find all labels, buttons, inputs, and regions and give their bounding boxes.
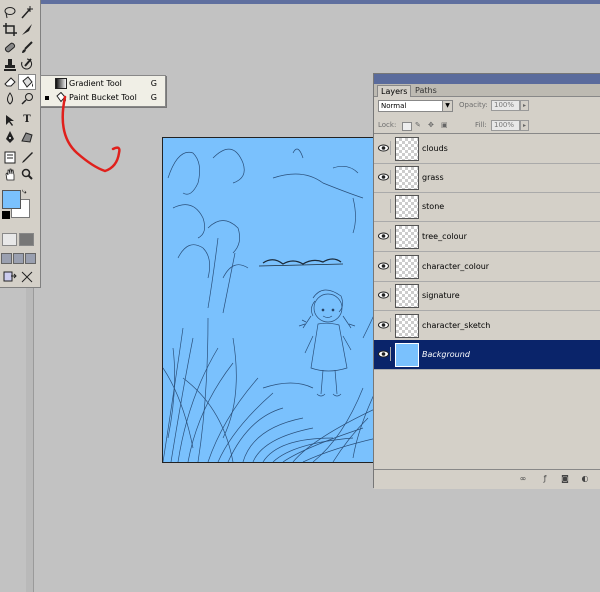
visibility-eye-icon[interactable] <box>376 170 391 184</box>
blur-icon[interactable] <box>2 91 18 105</box>
screen-mode-menu-icon[interactable] <box>13 253 24 264</box>
hand-icon[interactable] <box>2 167 18 181</box>
layer-name: character_sketch <box>422 321 491 330</box>
layer-thumbnail <box>395 284 419 308</box>
layer-row-tree-colour[interactable]: tree_colour <box>374 222 600 252</box>
lock-label: Lock: <box>378 121 397 129</box>
title-bar <box>0 0 600 4</box>
blend-mode-value: Normal <box>381 102 407 110</box>
zoom-icon[interactable] <box>19 167 35 181</box>
gradient-tool-shortcut: G <box>150 79 157 88</box>
layers-panel-tabs: Layers Paths <box>374 84 600 97</box>
layer-name: signature <box>422 291 460 300</box>
layer-name: clouds <box>422 144 448 153</box>
tab-layers[interactable]: Layers <box>377 85 412 97</box>
fill-slider-button[interactable]: ▸ <box>520 120 529 131</box>
layer-row-clouds[interactable]: clouds <box>374 134 600 164</box>
paint-bucket-icon <box>22 75 33 88</box>
layer-thumbnail <box>395 314 419 338</box>
visibility-eye-icon[interactable] <box>376 259 391 273</box>
selected-tool-indicator <box>45 96 49 100</box>
image-canvas[interactable] <box>162 137 378 463</box>
layer-thumbnail <box>395 225 419 249</box>
healing-brush-icon[interactable] <box>2 40 18 54</box>
crop-icon[interactable] <box>2 22 18 36</box>
slice-icon[interactable] <box>19 22 35 36</box>
eraser-icon[interactable] <box>2 74 18 88</box>
sketch-artwork <box>163 148 377 462</box>
layer-row-stone[interactable]: stone <box>374 192 600 222</box>
opacity-input[interactable]: 100% <box>491 100 520 111</box>
paint-bucket-tool-button[interactable] <box>18 74 36 90</box>
quick-mask-button[interactable] <box>19 233 34 246</box>
new-adjustment-layer-icon[interactable]: ◐ <box>580 474 590 484</box>
path-selection-icon[interactable] <box>2 113 18 127</box>
tab-paths[interactable]: Paths <box>412 85 440 96</box>
opacity-slider-button[interactable]: ▸ <box>520 100 529 111</box>
magic-wand-icon[interactable] <box>19 5 35 19</box>
layer-row-character-sketch[interactable]: character_sketch <box>374 311 600 341</box>
visibility-eye-icon[interactable] <box>376 347 391 361</box>
layer-list: clouds grass stone tree_colour character… <box>374 133 600 459</box>
swap-colors-icon[interactable]: ⤷ <box>22 187 26 197</box>
layers-panel-footer: ∞ ƒ ◙ ◐ <box>374 469 600 489</box>
default-colors-icon[interactable] <box>2 211 10 219</box>
layer-thumbnail <box>395 166 419 190</box>
history-brush-icon[interactable] <box>19 57 35 71</box>
layer-name: stone <box>422 202 445 211</box>
visibility-eye-icon[interactable] <box>376 141 391 155</box>
layer-row-grass[interactable]: grass <box>374 163 600 193</box>
link-layers-icon[interactable]: ∞ <box>518 474 528 484</box>
layer-name: tree_colour <box>422 232 467 241</box>
gradient-icon <box>55 78 67 89</box>
toolbox: T ⤷ <box>0 0 41 288</box>
layer-thumbnail <box>395 137 419 161</box>
paint-bucket-tool-shortcut: G <box>150 93 157 102</box>
clone-stamp-icon[interactable] <box>2 57 18 71</box>
jump-to-imageready-icon[interactable] <box>2 269 18 283</box>
standard-mode-button[interactable] <box>2 233 17 246</box>
lock-image-pixels-icon[interactable]: ✎ <box>415 122 423 129</box>
foreground-color-swatch[interactable] <box>2 190 21 209</box>
visibility-eye-icon[interactable] <box>376 229 391 243</box>
layers-panel-titlebar[interactable] <box>374 74 600 84</box>
layers-panel: Layers Paths Normal ▼ Opacity: 100% ▸ Lo… <box>373 73 600 489</box>
screen-mode-standard-icon[interactable] <box>1 253 12 264</box>
pen-icon[interactable] <box>2 130 18 144</box>
layer-thumbnail <box>395 255 419 279</box>
annotation-arrow <box>61 95 121 173</box>
screen-mode-full-icon[interactable] <box>25 253 36 264</box>
chevron-down-icon: ▼ <box>442 101 452 111</box>
lock-all-icon[interactable]: ▣ <box>441 122 449 129</box>
lock-transparent-pixels-icon[interactable] <box>402 122 412 131</box>
layer-style-icon[interactable]: ƒ <box>540 474 550 484</box>
gradient-tool-label: Gradient Tool <box>69 79 122 88</box>
layer-name: Background <box>422 350 470 359</box>
blend-mode-select[interactable]: Normal ▼ <box>378 100 453 112</box>
layer-name: grass <box>422 173 444 182</box>
layer-row-character-colour[interactable]: character_colour <box>374 252 600 282</box>
layer-row-signature[interactable]: signature <box>374 281 600 311</box>
add-mask-icon[interactable]: ◙ <box>560 474 570 484</box>
dodge-icon[interactable] <box>19 91 35 105</box>
visibility-eye-icon[interactable] <box>376 288 391 302</box>
custom-shape-icon[interactable] <box>19 130 35 144</box>
lock-position-icon[interactable]: ✥ <box>428 122 436 129</box>
imageready-icon[interactable] <box>19 269 35 283</box>
eyedropper-icon[interactable] <box>19 150 35 164</box>
brush-icon[interactable] <box>19 40 35 54</box>
layer-row-background[interactable]: Background <box>374 340 600 370</box>
lasso-icon[interactable] <box>2 5 18 19</box>
layer-thumbnail <box>395 343 419 367</box>
visibility-toggle-empty[interactable] <box>376 199 391 213</box>
layer-name: character_colour <box>422 262 490 271</box>
visibility-eye-icon[interactable] <box>376 318 391 332</box>
type-tool-icon[interactable]: T <box>19 113 35 127</box>
fill-label: Fill: <box>475 121 487 129</box>
fill-input[interactable]: 100% <box>491 120 520 131</box>
opacity-label: Opacity: <box>459 101 488 109</box>
layer-thumbnail <box>395 195 419 219</box>
gradient-tool-menu-item[interactable]: Gradient Tool G <box>41 77 165 91</box>
notes-icon[interactable] <box>2 150 18 164</box>
